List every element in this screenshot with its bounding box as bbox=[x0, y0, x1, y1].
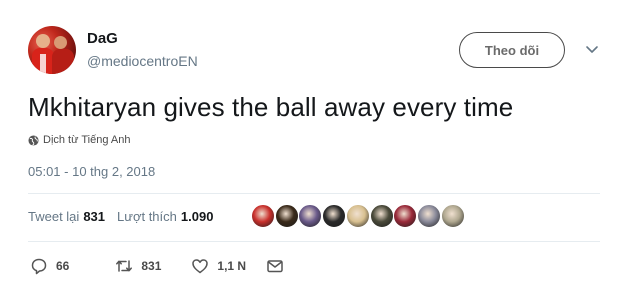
tweet-timestamp[interactable]: 05:01 - 10 thg 2, 2018 bbox=[28, 164, 155, 179]
liker-avatar-5[interactable] bbox=[345, 204, 370, 228]
reply-action[interactable]: 66 bbox=[30, 257, 69, 275]
like-count: 1,1 N bbox=[217, 259, 247, 273]
retweets-count[interactable]: 831 bbox=[83, 209, 105, 224]
tweet-header: DaG @mediocentroEN Theo dõi bbox=[28, 22, 608, 78]
retweet-action[interactable]: 831 bbox=[115, 257, 161, 275]
heart-icon bbox=[192, 259, 209, 274]
reply-count: 66 bbox=[56, 259, 70, 273]
liker-avatar-8[interactable] bbox=[416, 204, 441, 228]
likes-count[interactable]: 1.090 bbox=[181, 209, 214, 224]
liker-avatar-4[interactable] bbox=[322, 204, 347, 228]
liker-avatar-1[interactable] bbox=[251, 204, 275, 228]
user-avatar[interactable] bbox=[28, 26, 76, 74]
user-handle[interactable]: @mediocentroEN bbox=[87, 53, 198, 69]
translate-label: Dịch từ Tiếng Anh bbox=[43, 134, 131, 146]
likes-label[interactable]: Lượt thích bbox=[117, 209, 177, 224]
display-name[interactable]: DaG bbox=[87, 30, 118, 47]
tweet-actions: 66 831 1,1 N bbox=[30, 256, 284, 276]
translate-link[interactable]: Dịch từ Tiếng Anh bbox=[28, 132, 130, 148]
liker-avatar-2[interactable] bbox=[274, 204, 299, 228]
tweet-stats: Tweet lại 831 Lượt thích 1.090 bbox=[28, 204, 225, 228]
divider bbox=[28, 193, 600, 194]
retweets-label[interactable]: Tweet lại bbox=[28, 209, 79, 224]
message-action[interactable] bbox=[266, 257, 284, 275]
liker-avatar-7[interactable] bbox=[393, 204, 418, 228]
chevron-down-icon[interactable] bbox=[584, 41, 600, 57]
divider bbox=[28, 241, 600, 242]
globe-icon bbox=[28, 134, 39, 146]
tweet-text: Mkhitaryan gives the ball away every tim… bbox=[28, 92, 514, 122]
liker-avatar-3[interactable] bbox=[298, 204, 323, 228]
retweet-icon bbox=[116, 260, 133, 272]
liker-avatar-9[interactable] bbox=[440, 204, 465, 228]
retweet-count: 831 bbox=[141, 259, 162, 273]
liker-avatar-6[interactable] bbox=[369, 204, 394, 228]
envelope-icon bbox=[267, 260, 283, 273]
like-action[interactable]: 1,1 N bbox=[191, 257, 246, 275]
reply-icon bbox=[31, 258, 47, 275]
follow-button[interactable]: Theo dõi bbox=[459, 32, 565, 68]
